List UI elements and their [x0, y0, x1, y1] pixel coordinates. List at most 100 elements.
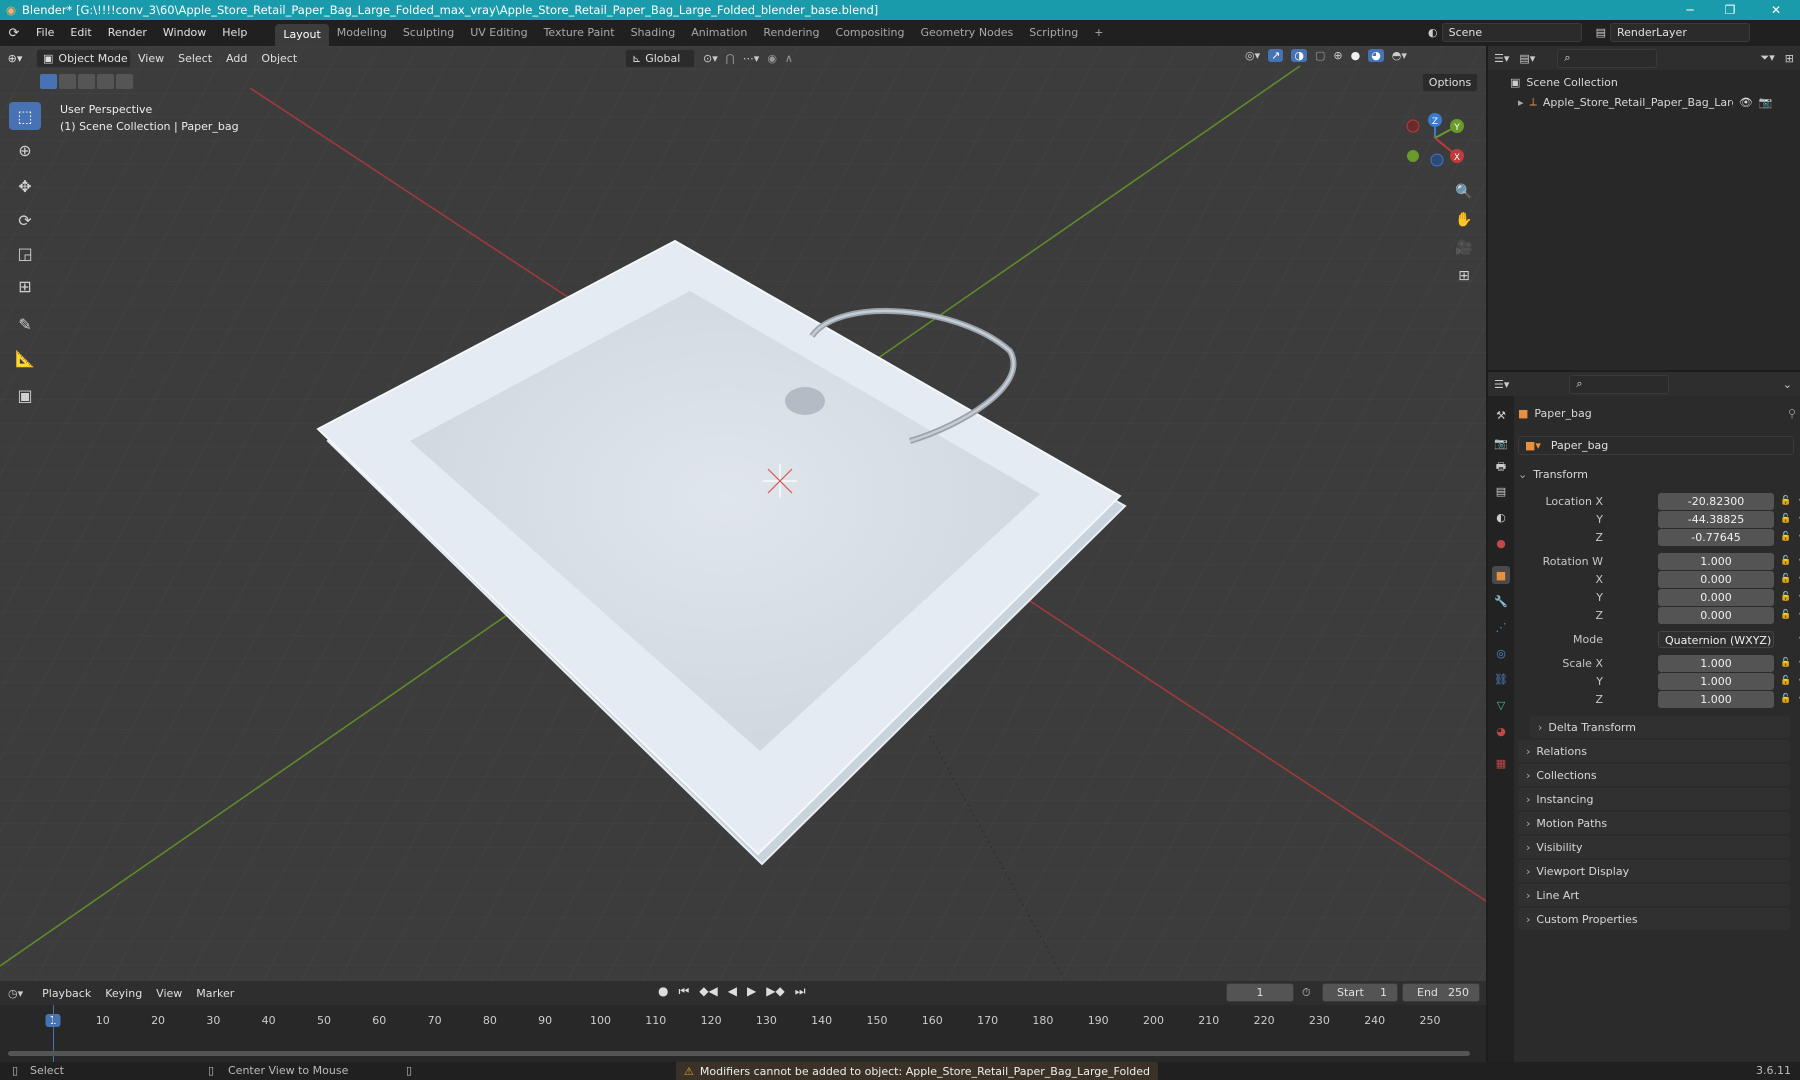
outliner-row-scene-collection[interactable]: ▣ Scene Collection — [1488, 72, 1800, 92]
rendered-shading-icon[interactable]: ◓▾ — [1392, 49, 1407, 62]
outliner-row-object[interactable]: ▸ ⟂ Apple_Store_Retail_Paper_Bag_Large_F… — [1488, 92, 1800, 112]
new-collection-icon[interactable]: ⊞ — [1785, 52, 1794, 65]
menu-file[interactable]: File — [28, 20, 62, 46]
texture-tab-icon[interactable]: ▦ — [1492, 754, 1510, 772]
scene-selector[interactable]: Scene — [1441, 23, 1582, 42]
select-invert-icon[interactable] — [97, 74, 114, 89]
object-datablock-field[interactable]: ■▾ Paper_bag — [1518, 436, 1794, 455]
transform-orientation-selector[interactable]: ⊾ Global — [625, 49, 695, 68]
output-tab-icon[interactable]: 🖶 — [1492, 458, 1510, 476]
workspace-tab-compositing[interactable]: Compositing — [828, 22, 913, 44]
options-button[interactable]: Options — [1422, 73, 1478, 92]
add-cube-tool[interactable]: ▣ — [9, 381, 41, 409]
lock-icon[interactable]: 🔓 — [1780, 514, 1791, 524]
proportional-edit-icon[interactable]: ◉ — [767, 52, 777, 65]
scale-z-field[interactable]: 1.000 — [1658, 690, 1774, 708]
falloff-icon[interactable]: ∧ — [785, 52, 793, 65]
viewport-menu-add[interactable]: Add — [219, 52, 254, 65]
scene-tab-icon[interactable]: ◐ — [1492, 508, 1510, 526]
lock-icon[interactable]: 🔓 — [1780, 496, 1791, 506]
world-tab-icon[interactable]: ● — [1492, 534, 1510, 552]
workspace-tab-uv-editing[interactable]: UV Editing — [462, 22, 535, 44]
instancing-panel[interactable]: › Instancing — [1518, 788, 1790, 810]
workspace-tab-animation[interactable]: Animation — [683, 22, 755, 44]
minimize-button[interactable]: ─ — [1670, 0, 1710, 20]
view-layer-tab-icon[interactable]: ▤ — [1492, 482, 1510, 500]
select-subtract-icon[interactable] — [78, 74, 95, 89]
rotate-tool[interactable]: ⟳ — [9, 206, 41, 234]
workspace-tab-rendering[interactable]: Rendering — [755, 22, 827, 44]
transform-tool[interactable]: ⊞ — [9, 272, 41, 300]
display-mode-icon[interactable]: ▤▾ — [1519, 52, 1535, 65]
workspace-tab-shading[interactable]: Shading — [623, 22, 684, 44]
relations-panel[interactable]: › Relations — [1518, 740, 1790, 762]
viewport-menu-view[interactable]: View — [131, 52, 171, 65]
location-x-field[interactable]: -20.82300 — [1658, 492, 1774, 510]
scale-y-field[interactable]: 1.000 — [1658, 672, 1774, 690]
workspace-tab-geometry-nodes[interactable]: Geometry Nodes — [912, 22, 1021, 44]
rotation-z-field[interactable]: 0.000 — [1658, 606, 1774, 624]
workspace-tab-sculpting[interactable]: Sculpting — [395, 22, 462, 44]
camera-icon[interactable]: 📷 — [1759, 96, 1773, 109]
editor-type-icon[interactable]: ⊕▾ — [0, 52, 30, 65]
select-box-tool[interactable]: ⬚ — [9, 102, 41, 130]
rotation-x-field[interactable]: 0.000 — [1658, 570, 1774, 588]
select-new-icon[interactable] — [40, 74, 57, 89]
close-button[interactable]: ✕ — [1756, 0, 1796, 20]
render-tab-icon[interactable]: 📷 — [1492, 434, 1510, 452]
filter-icon[interactable]: ⏷▾ — [1760, 51, 1774, 65]
custom-properties-panel[interactable]: › Custom Properties — [1518, 908, 1790, 930]
lock-icon[interactable]: 🔓 — [1780, 676, 1791, 686]
workspace-tab-modeling[interactable]: Modeling — [329, 22, 395, 44]
navigation-gizmo[interactable]: Z Y X — [1400, 108, 1470, 178]
location-z-field[interactable]: -0.77645 — [1658, 528, 1774, 546]
transform-panel-header[interactable]: ⌄ Transform — [1518, 465, 1796, 483]
select-extend-icon[interactable] — [59, 74, 76, 89]
timeline-ruler[interactable]: 1102030405060708090100110120130140150160… — [0, 981, 1486, 1062]
properties-editor-type-icon[interactable]: ☰▾ — [1494, 378, 1509, 391]
lock-icon[interactable]: 🔓 — [1780, 610, 1791, 620]
mode-selector[interactable]: ▣ Object Mode ⌄ — [36, 48, 131, 68]
pivot-icon[interactable]: ⊙▾ — [703, 52, 718, 65]
annotate-tool[interactable]: ✎ — [9, 310, 41, 338]
solid-shading-icon[interactable]: ● — [1351, 49, 1361, 62]
viewport-menu-select[interactable]: Select — [171, 52, 219, 65]
move-tool[interactable]: ✥ — [9, 172, 41, 200]
xray-icon[interactable]: ▢ — [1315, 49, 1325, 62]
3d-viewport[interactable] — [0, 46, 1486, 981]
workspace-tab-texture-paint[interactable]: Texture Paint — [536, 22, 623, 44]
particles-tab-icon[interactable]: ⋰ — [1492, 618, 1510, 636]
workspace-tab-scripting[interactable]: Scripting — [1021, 22, 1086, 44]
material-shading-icon[interactable]: ◕ — [1368, 49, 1384, 62]
lock-icon[interactable]: 🔓 — [1780, 694, 1791, 704]
eye-icon[interactable]: 👁 — [1739, 96, 1753, 109]
render-layer-selector[interactable]: RenderLayer — [1610, 23, 1751, 42]
expand-arrow-icon[interactable]: ▸ — [1518, 96, 1524, 109]
outliner-editor-type-icon[interactable]: ☰▾ — [1494, 52, 1509, 65]
menu-help[interactable]: Help — [214, 20, 255, 46]
lock-icon[interactable]: 🔓 — [1780, 532, 1791, 542]
line-art-panel[interactable]: › Line Art — [1518, 884, 1790, 906]
lock-icon[interactable]: 🔓 — [1780, 658, 1791, 668]
properties-options-icon[interactable]: ⌄ — [1783, 378, 1792, 391]
lock-icon[interactable]: 🔓 — [1780, 556, 1791, 566]
gizmo-toggle-icon[interactable]: ↗ — [1268, 49, 1284, 62]
zoom-icon[interactable]: 🔍 — [1452, 180, 1476, 204]
properties-search-input[interactable]: ⌕ — [1569, 374, 1670, 394]
menu-render[interactable]: Render — [100, 20, 155, 46]
material-tab-icon[interactable]: ◕ — [1492, 722, 1510, 740]
pin-icon[interactable]: ⚲ — [1788, 407, 1796, 420]
constraints-tab-icon[interactable]: ⛓ — [1492, 670, 1510, 688]
modifier-tab-icon[interactable]: 🔧 — [1492, 592, 1510, 610]
visibility-icon[interactable]: ◎▾ — [1245, 49, 1260, 62]
scale-tool[interactable]: ◲ — [9, 239, 41, 267]
lock-icon[interactable]: 🔓 — [1780, 592, 1791, 602]
object-tab-icon[interactable]: ■ — [1492, 566, 1510, 584]
motion-paths-panel[interactable]: › Motion Paths — [1518, 812, 1790, 834]
viewport-menu-object[interactable]: Object — [254, 52, 304, 65]
scale-x-field[interactable]: 1.000 — [1658, 654, 1774, 672]
outliner-search-input[interactable]: ⌕ — [1557, 48, 1658, 68]
physics-tab-icon[interactable]: ◎ — [1492, 644, 1510, 662]
rotation-mode-select[interactable]: Quaternion (WXYZ) — [1658, 630, 1774, 648]
pan-hand-icon[interactable]: ✋ — [1452, 208, 1476, 232]
